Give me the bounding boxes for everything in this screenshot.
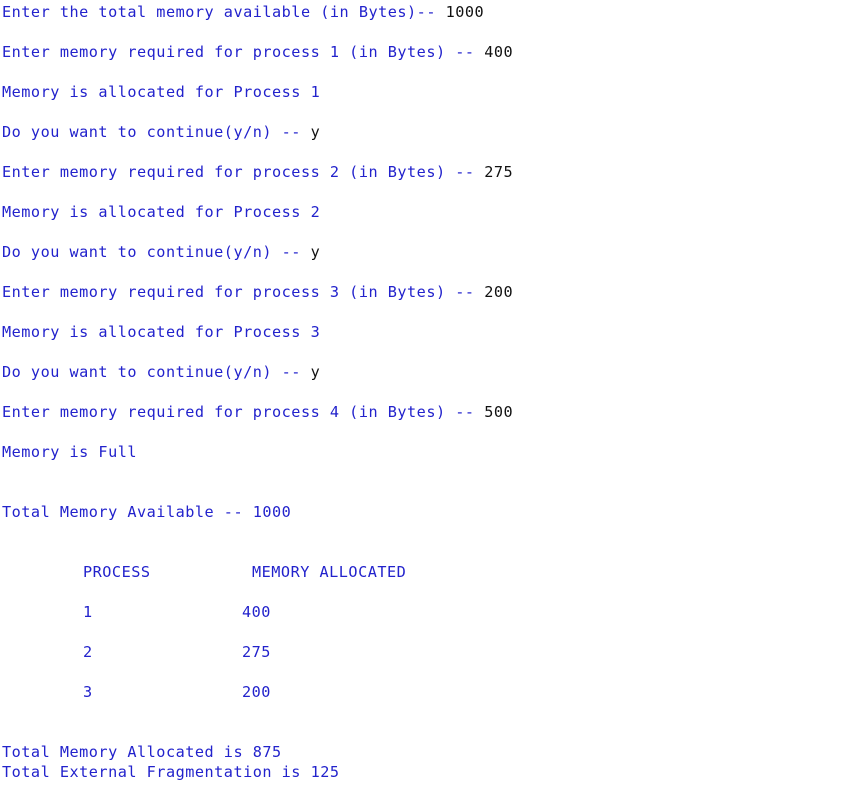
process-3-input: 200 xyxy=(484,283,514,301)
total-memory-allocated: Total Memory Allocated is 875 xyxy=(2,743,282,761)
console-output: Enter the total memory available (in Byt… xyxy=(2,0,865,796)
continue-2-input: y xyxy=(310,243,321,261)
table-row-3-process: 3 xyxy=(83,683,93,701)
process-1-request-line: Enter memory required for process 1 (in … xyxy=(2,41,513,63)
total-memory-line: Enter the total memory available (in Byt… xyxy=(2,1,484,23)
total-memory-available: Total Memory Available -- 1000 xyxy=(2,503,292,521)
continue-3-line: Do you want to continue(y/n) -- y xyxy=(2,361,320,383)
continue-1-line: Do you want to continue(y/n) -- y xyxy=(2,121,320,143)
total-memory-input: 1000 xyxy=(445,3,485,21)
process-4-input: 500 xyxy=(484,403,514,421)
continue-2-prompt: Do you want to continue(y/n) -- xyxy=(2,243,311,261)
process-3-allocated-msg: Memory is allocated for Process 3 xyxy=(2,323,321,341)
process-2-input: 275 xyxy=(484,163,514,181)
table-row-2-memory: 275 xyxy=(242,643,271,661)
process-2-allocated-msg: Memory is allocated for Process 2 xyxy=(2,203,321,221)
table-row-3-memory: 200 xyxy=(242,683,271,701)
continue-3-input: y xyxy=(310,363,321,381)
table-row-1-process: 1 xyxy=(83,603,93,621)
continue-1-input: y xyxy=(310,123,321,141)
process-2-request-line: Enter memory required for process 2 (in … xyxy=(2,161,513,183)
process-1-prompt: Enter memory required for process 1 (in … xyxy=(2,43,485,61)
process-2-prompt: Enter memory required for process 2 (in … xyxy=(2,163,485,181)
total-memory-prompt: Enter the total memory available (in Byt… xyxy=(2,3,446,21)
process-4-prompt: Enter memory required for process 4 (in … xyxy=(2,403,485,421)
process-3-prompt: Enter memory required for process 3 (in … xyxy=(2,283,485,301)
table-row-2-process: 2 xyxy=(83,643,93,661)
table-row-1-memory: 400 xyxy=(242,603,271,621)
total-external-fragmentation: Total External Fragmentation is 125 xyxy=(2,763,340,781)
continue-3-prompt: Do you want to continue(y/n) -- xyxy=(2,363,311,381)
process-1-allocated-msg: Memory is allocated for Process 1 xyxy=(2,83,321,101)
table-header-process: PROCESS xyxy=(83,563,151,581)
process-1-input: 400 xyxy=(484,43,514,61)
process-3-request-line: Enter memory required for process 3 (in … xyxy=(2,281,513,303)
memory-full-msg: Memory is Full xyxy=(2,443,138,461)
continue-1-prompt: Do you want to continue(y/n) -- xyxy=(2,123,311,141)
process-4-request-line: Enter memory required for process 4 (in … xyxy=(2,401,513,423)
continue-2-line: Do you want to continue(y/n) -- y xyxy=(2,241,320,263)
table-header-memory: MEMORY ALLOCATED xyxy=(252,563,407,581)
